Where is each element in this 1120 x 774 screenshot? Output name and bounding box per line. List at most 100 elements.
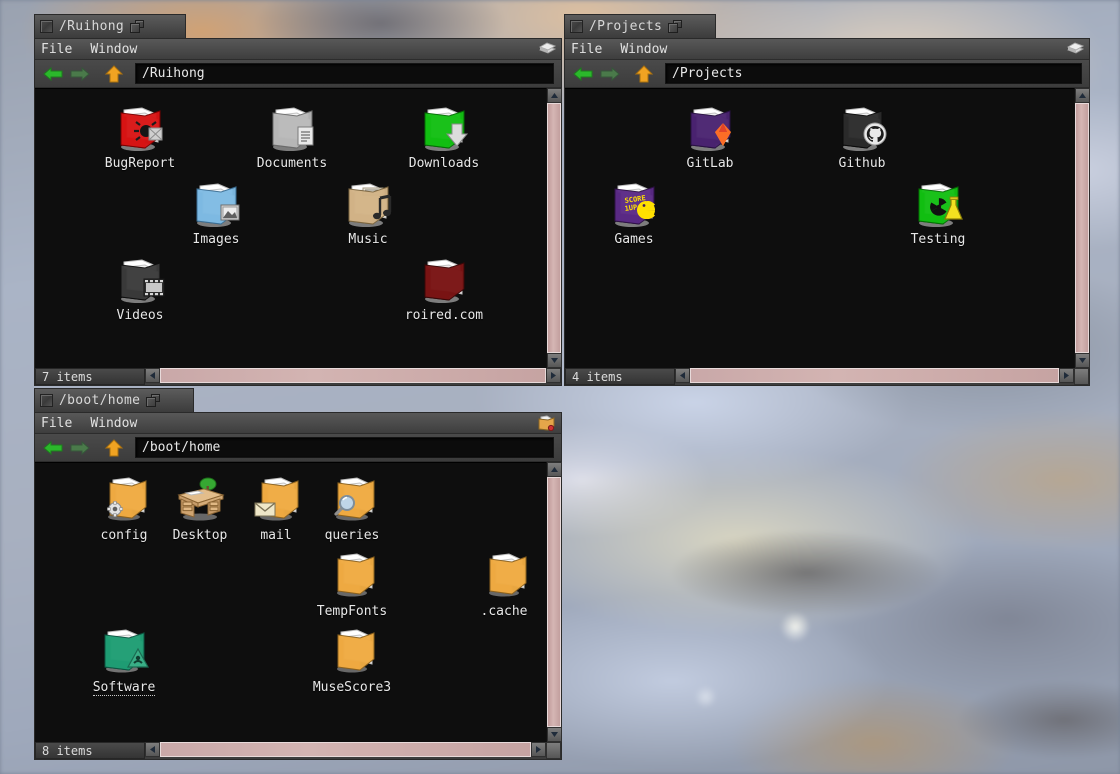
horizontal-scrollbar[interactable] bbox=[145, 368, 561, 383]
window-ruihong[interactable]: /Ruihong File Window /Ruihong BugReport … bbox=[34, 14, 562, 386]
nav-bar[interactable]: /boot/home bbox=[35, 434, 561, 462]
resize-grip[interactable] bbox=[546, 742, 561, 759]
list-item[interactable]: SCORE 1UP Games bbox=[591, 177, 677, 247]
menu-window[interactable]: Window bbox=[620, 42, 667, 57]
close-box-icon[interactable] bbox=[40, 20, 53, 33]
folder-mail-icon bbox=[248, 473, 304, 527]
home-folder-icon[interactable] bbox=[538, 415, 556, 435]
menu-window[interactable]: Window bbox=[90, 42, 137, 57]
scroll-up-button[interactable] bbox=[547, 88, 562, 103]
scroll-down-button[interactable] bbox=[547, 353, 562, 368]
list-item[interactable]: GitLab bbox=[667, 101, 753, 171]
titlebar[interactable]: /Ruihong bbox=[34, 14, 562, 38]
horizontal-scroll-thumb[interactable] bbox=[160, 742, 531, 757]
nav-bar[interactable]: /Ruihong bbox=[35, 60, 561, 88]
folder-bugreport-icon bbox=[112, 101, 168, 155]
zoom-box-icon[interactable] bbox=[146, 393, 161, 408]
pose-view[interactable]: config Desktop mail queries TempFonts .c… bbox=[35, 462, 546, 742]
menu-bar[interactable]: File Window bbox=[35, 413, 561, 434]
forward-arrow-icon[interactable] bbox=[69, 65, 91, 83]
menu-file[interactable]: File bbox=[571, 42, 602, 57]
vertical-scrollbar[interactable] bbox=[546, 88, 562, 368]
list-item[interactable]: Github bbox=[819, 101, 905, 171]
list-item-label: config bbox=[100, 528, 148, 543]
list-item[interactable]: Downloads bbox=[401, 101, 487, 171]
list-item[interactable]: Images bbox=[173, 177, 259, 247]
scroll-up-button[interactable] bbox=[1075, 88, 1090, 103]
scroll-left-button[interactable] bbox=[145, 742, 160, 757]
menu-bar[interactable]: File Window bbox=[35, 39, 561, 60]
forward-arrow-icon[interactable] bbox=[599, 65, 621, 83]
back-arrow-icon[interactable] bbox=[572, 65, 594, 83]
list-item[interactable]: Software bbox=[81, 625, 167, 696]
list-item-label: Software bbox=[92, 680, 156, 696]
list-item-label: Documents bbox=[256, 156, 328, 171]
scroll-down-button[interactable] bbox=[1075, 353, 1090, 368]
window-body: File Window /Ruihong BugReport Documents… bbox=[34, 38, 562, 386]
list-item[interactable]: Documents bbox=[249, 101, 335, 171]
horizontal-scroll-thumb[interactable] bbox=[160, 368, 546, 383]
path-field[interactable]: /boot/home bbox=[135, 437, 554, 458]
vertical-scroll-thumb[interactable] bbox=[547, 477, 561, 727]
menu-bar[interactable]: File Window bbox=[565, 39, 1089, 60]
window-projects[interactable]: /Projects File Window /Projects GitLab G… bbox=[564, 14, 1090, 386]
up-arrow-icon[interactable] bbox=[103, 64, 125, 83]
scroll-right-button[interactable] bbox=[546, 368, 561, 383]
list-item[interactable]: MuseScore3 bbox=[309, 625, 395, 695]
scroll-left-button[interactable] bbox=[675, 368, 690, 383]
window-boot-home[interactable]: /boot/home File Window /boot/home config… bbox=[34, 388, 562, 760]
title-tab[interactable]: /Projects bbox=[564, 14, 716, 38]
path-field[interactable]: /Projects bbox=[665, 63, 1082, 84]
menu-file[interactable]: File bbox=[41, 42, 72, 57]
list-item[interactable]: queries bbox=[309, 473, 395, 543]
stack-icon[interactable] bbox=[1066, 41, 1085, 61]
scroll-up-button[interactable] bbox=[547, 462, 562, 477]
horizontal-scrollbar[interactable] bbox=[675, 368, 1074, 383]
scroll-down-button[interactable] bbox=[547, 727, 562, 742]
folder-plain-icon bbox=[324, 549, 380, 603]
list-item[interactable]: .cache bbox=[461, 549, 546, 619]
list-item[interactable]: BugReport bbox=[97, 101, 183, 171]
close-box-icon[interactable] bbox=[40, 394, 53, 407]
list-item[interactable]: Testing bbox=[895, 177, 981, 247]
close-box-icon[interactable] bbox=[570, 20, 583, 33]
list-item[interactable]: TempFonts bbox=[309, 549, 395, 619]
scroll-right-button[interactable] bbox=[531, 742, 546, 757]
scroll-left-button[interactable] bbox=[145, 368, 160, 383]
path-field[interactable]: /Ruihong bbox=[135, 63, 554, 84]
up-arrow-icon[interactable] bbox=[633, 64, 655, 83]
list-item[interactable]: Videos bbox=[97, 253, 183, 323]
list-item-label: mail bbox=[260, 528, 292, 543]
forward-arrow-icon[interactable] bbox=[69, 439, 91, 457]
pose-view[interactable]: BugReport Documents Downloads Images Mus… bbox=[35, 88, 546, 368]
up-arrow-icon[interactable] bbox=[103, 438, 125, 457]
zoom-box-icon[interactable] bbox=[130, 19, 145, 34]
list-item[interactable]: Desktop bbox=[157, 473, 243, 543]
titlebar[interactable]: /Projects bbox=[564, 14, 1090, 38]
list-item[interactable]: mail bbox=[233, 473, 319, 543]
nav-bar[interactable]: /Projects bbox=[565, 60, 1089, 88]
list-item-label: GitLab bbox=[686, 156, 734, 171]
titlebar[interactable]: /boot/home bbox=[34, 388, 562, 412]
stack-icon[interactable] bbox=[538, 41, 557, 61]
folder-games-icon: SCORE 1UP bbox=[606, 177, 662, 231]
pose-view[interactable]: GitLab Github SCORE 1UP Games Testing bbox=[565, 88, 1074, 368]
back-arrow-icon[interactable] bbox=[42, 439, 64, 457]
menu-file[interactable]: File bbox=[41, 416, 72, 431]
vertical-scrollbar[interactable] bbox=[546, 462, 562, 742]
vertical-scroll-thumb[interactable] bbox=[1075, 103, 1089, 353]
vertical-scroll-thumb[interactable] bbox=[547, 103, 561, 353]
list-item[interactable]: roired.com bbox=[401, 253, 487, 323]
scroll-right-button[interactable] bbox=[1059, 368, 1074, 383]
resize-grip[interactable] bbox=[1074, 368, 1089, 385]
horizontal-scrollbar[interactable] bbox=[145, 742, 546, 757]
menu-window[interactable]: Window bbox=[90, 416, 137, 431]
title-tab[interactable]: /Ruihong bbox=[34, 14, 186, 38]
back-arrow-icon[interactable] bbox=[42, 65, 64, 83]
list-item[interactable]: Music bbox=[325, 177, 411, 247]
vertical-scrollbar[interactable] bbox=[1074, 88, 1090, 368]
list-item[interactable]: config bbox=[81, 473, 167, 543]
horizontal-scroll-thumb[interactable] bbox=[690, 368, 1059, 383]
title-tab[interactable]: /boot/home bbox=[34, 388, 194, 412]
zoom-box-icon[interactable] bbox=[668, 19, 683, 34]
